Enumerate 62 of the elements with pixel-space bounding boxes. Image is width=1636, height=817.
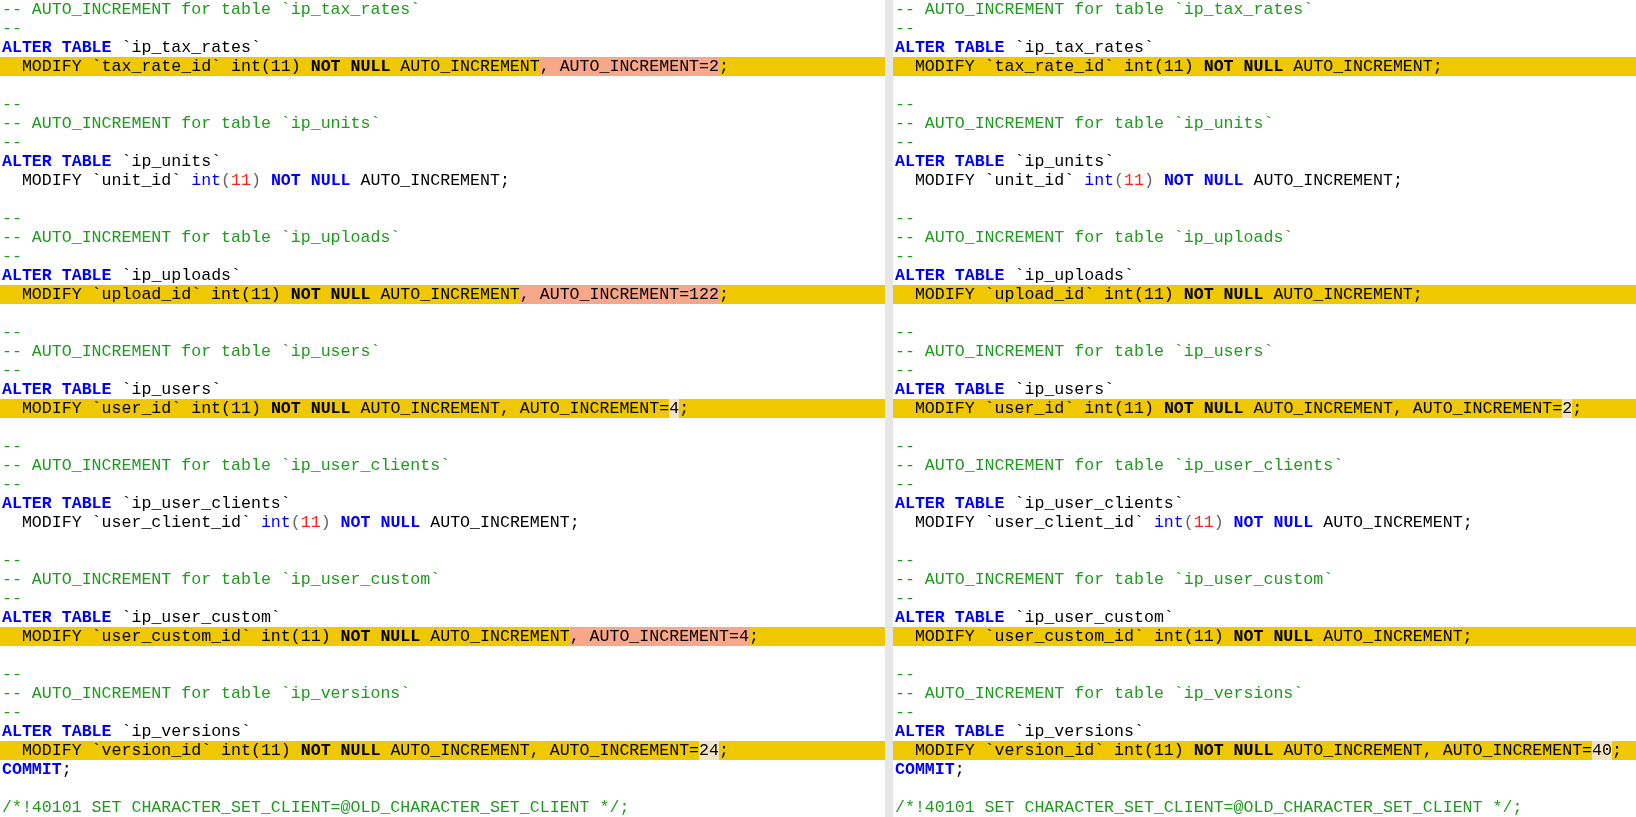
code-line: -- AUTO_INCREMENT for table `ip_tax_rates` [894,0,1315,19]
code-line: -- AUTO_INCREMENT for table `ip_user_custom` [894,570,1335,589]
code-line: -- [1,247,23,266]
code-line: -- [1,475,23,494]
code-line: -- [1,703,23,722]
code-line: ALTER TABLE `ip_versions` [1,722,252,741]
code-line: -- [894,133,916,152]
code-line: -- [1,209,23,228]
code-line: -- AUTO_INCREMENT for table `ip_versions` [894,684,1305,703]
code-line: ALTER TABLE `ip_users` [1,380,223,399]
code-line: -- [894,437,916,456]
code-line: -- AUTO_INCREMENT for table `ip_uploads` [894,228,1295,247]
code-line: -- [1,95,23,114]
code-line: -- [1,551,23,570]
code-line: MODIFY `unit_id` int(11) NOT NULL AUTO_INCREMENT; [913,171,1404,190]
code-line: ALTER TABLE `ip_user_clients` [1,494,292,513]
code-line: -- [894,703,916,722]
code-line: ALTER TABLE `ip_tax_rates` [1,38,262,57]
code-line: -- AUTO_INCREMENT for table `ip_versions` [1,684,412,703]
code-line: -- [894,361,916,380]
code-line: -- [894,551,916,570]
code-line: -- AUTO_INCREMENT for table `ip_users` [1,342,382,361]
code-line: -- AUTO_INCREMENT for table `ip_tax_rates` [1,0,422,19]
code-line: MODIFY `user_client_id` int(11) NOT NULL AUTO_INCREMENT; [20,513,581,532]
code-line: -- [1,133,23,152]
code-line: -- [1,361,23,380]
code-line: ALTER TABLE `ip_units` [894,152,1116,171]
code-line: -- AUTO_INCREMENT for table `ip_uploads` [1,228,402,247]
code-line: -- [894,475,916,494]
code-line: -- AUTO_INCREMENT for table `ip_user_custom` [1,570,442,589]
code-line: -- [1,323,23,342]
code-line: ALTER TABLE `ip_versions` [894,722,1145,741]
code-line: COMMIT; [1,760,73,779]
code-line: -- [894,247,916,266]
code-line: ALTER TABLE `ip_tax_rates` [894,38,1155,57]
code-line: -- AUTO_INCREMENT for table `ip_user_clients` [894,456,1345,475]
code-line: -- [894,209,916,228]
code-line: -- [1,665,23,684]
code-line: ALTER TABLE `ip_units` [1,152,223,171]
code-line: MODIFY `unit_id` int(11) NOT NULL AUTO_INCREMENT; [20,171,511,190]
code-line: ALTER TABLE `ip_uploads` [1,266,242,285]
code-line: -- AUTO_INCREMENT for table `ip_users` [894,342,1275,361]
code-line: -- [894,95,916,114]
code-line: MODIFY `user_client_id` int(11) NOT NULL AUTO_INCREMENT; [913,513,1474,532]
code-line: /*!40101 SET CHARACTER_SET_CLIENT=@OLD_CHARACTER_SET_CLIENT */; [1,798,631,817]
code-line: COMMIT; [894,760,966,779]
code-line: -- [894,665,916,684]
code-line: ALTER TABLE `ip_users` [894,380,1116,399]
code-line: ALTER TABLE `ip_user_custom` [1,608,282,627]
code-line: -- [1,589,23,608]
code-line: -- [894,589,916,608]
code-line: -- AUTO_INCREMENT for table `ip_units` [894,114,1275,133]
code-line: -- AUTO_INCREMENT for table `ip_user_clients` [1,456,452,475]
code-line: -- AUTO_INCREMENT for table `ip_units` [1,114,382,133]
code-line: -- [1,19,23,38]
code-line: ALTER TABLE `ip_user_clients` [894,494,1185,513]
code-line: -- [1,437,23,456]
code-line: -- [894,323,916,342]
code-line: -- [894,19,916,38]
code-line: ALTER TABLE `ip_uploads` [894,266,1135,285]
code-line: ALTER TABLE `ip_user_custom` [894,608,1175,627]
code-line: /*!40101 SET CHARACTER_SET_CLIENT=@OLD_CHARACTER_SET_CLIENT */; [894,798,1524,817]
